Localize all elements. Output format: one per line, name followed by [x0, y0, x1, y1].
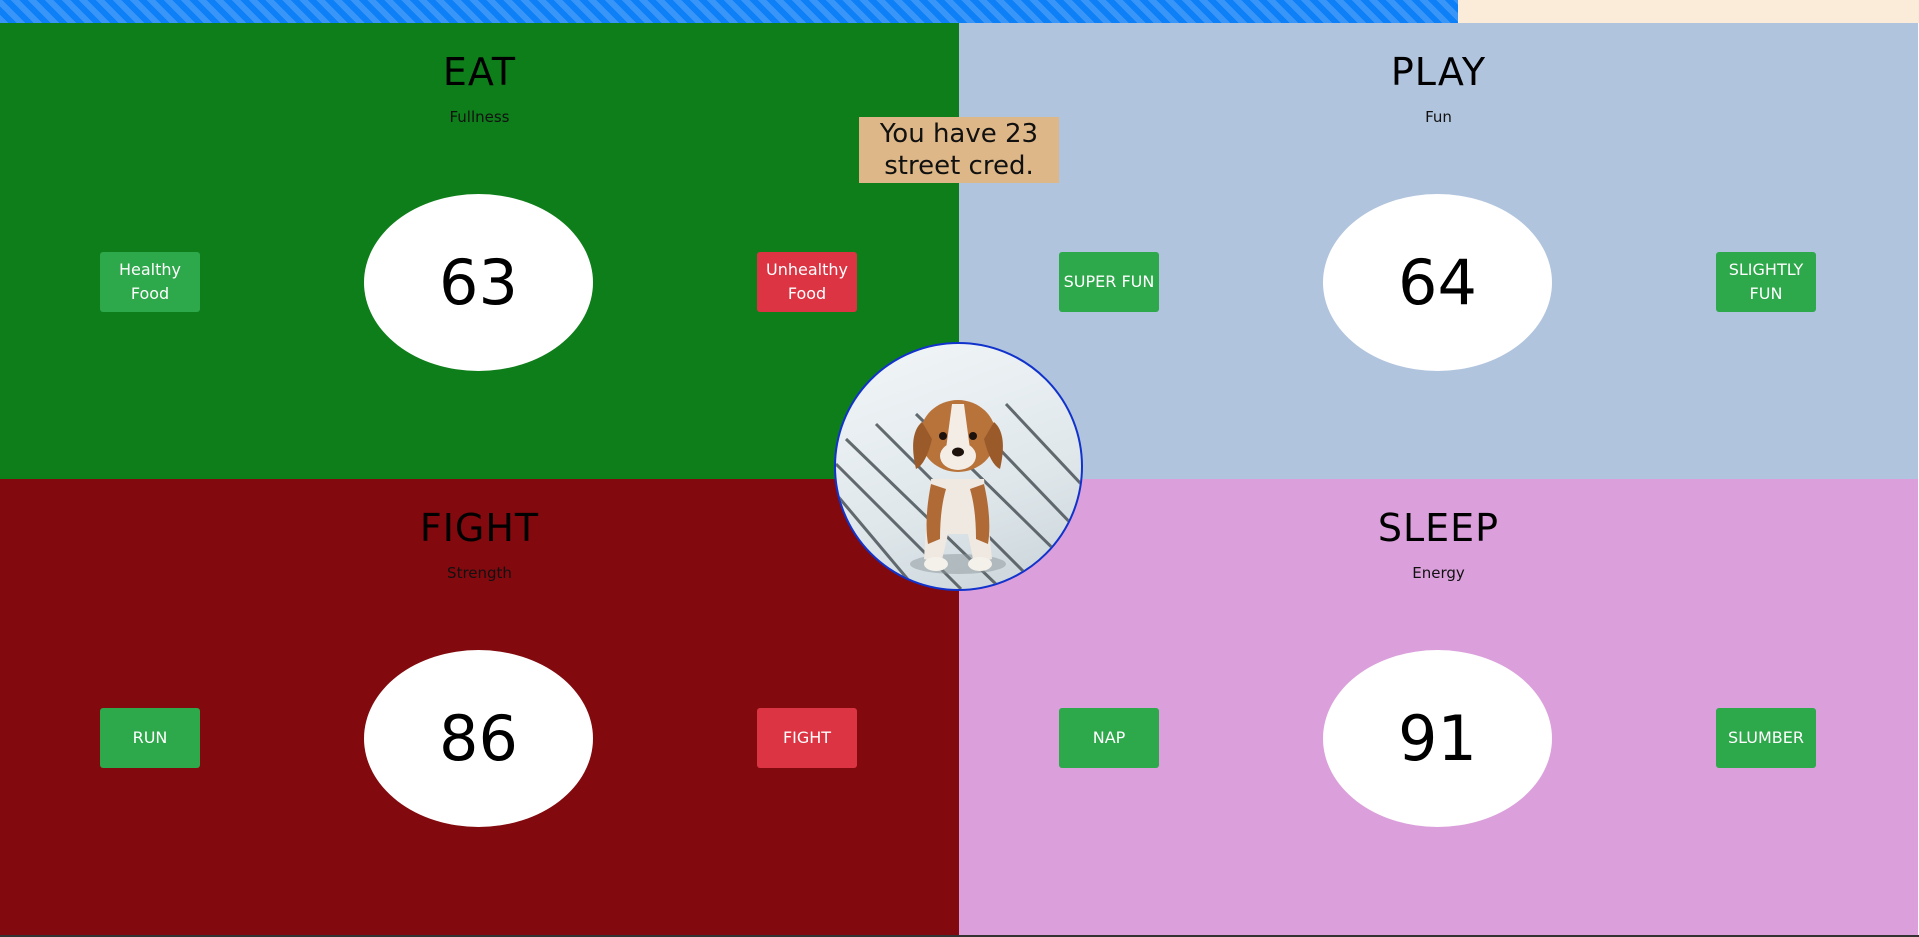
- progress-bar: [0, 0, 1919, 23]
- nap-button[interactable]: NAP: [1059, 708, 1159, 768]
- eat-title: EAT: [442, 50, 517, 94]
- unhealthy-food-button[interactable]: Unhealthy Food: [757, 252, 857, 312]
- play-subtitle: Fun: [1425, 108, 1452, 126]
- progress-bar-fill: [0, 0, 1459, 23]
- fight-panel: FIGHT Strength RUN 86 FIGHT: [0, 479, 959, 935]
- eat-panel: EAT Fullness Healthy Food 63 Unhealthy F…: [0, 23, 959, 479]
- fight-title: FIGHT: [419, 506, 540, 550]
- energy-value: 91: [1323, 650, 1552, 827]
- street-cred-label: You have 23 street cred.: [859, 117, 1059, 183]
- fight-button[interactable]: FIGHT: [757, 708, 857, 768]
- sleep-subtitle: Energy: [1412, 564, 1465, 582]
- play-panel: PLAY Fun SUPER FUN 64 SLIGHTLY FUN: [959, 23, 1918, 479]
- fight-subtitle: Strength: [447, 564, 512, 582]
- fullness-value: 63: [364, 194, 593, 371]
- super-fun-button[interactable]: SUPER FUN: [1059, 252, 1159, 312]
- play-title: PLAY: [1390, 50, 1487, 94]
- sleep-panel: SLEEP Energy NAP 91 SLUMBER: [959, 479, 1918, 935]
- slumber-button[interactable]: SLUMBER: [1716, 708, 1816, 768]
- run-button[interactable]: RUN: [100, 708, 200, 768]
- strength-value: 86: [364, 650, 593, 827]
- slightly-fun-button[interactable]: SLIGHTLY FUN: [1716, 252, 1816, 312]
- sleep-title: SLEEP: [1377, 506, 1500, 550]
- puppy-image: [834, 342, 1083, 591]
- fun-value: 64: [1323, 194, 1552, 371]
- healthy-food-button[interactable]: Healthy Food: [100, 252, 200, 312]
- eat-subtitle: Fullness: [449, 108, 510, 126]
- puppy-icon: [836, 400, 1081, 589]
